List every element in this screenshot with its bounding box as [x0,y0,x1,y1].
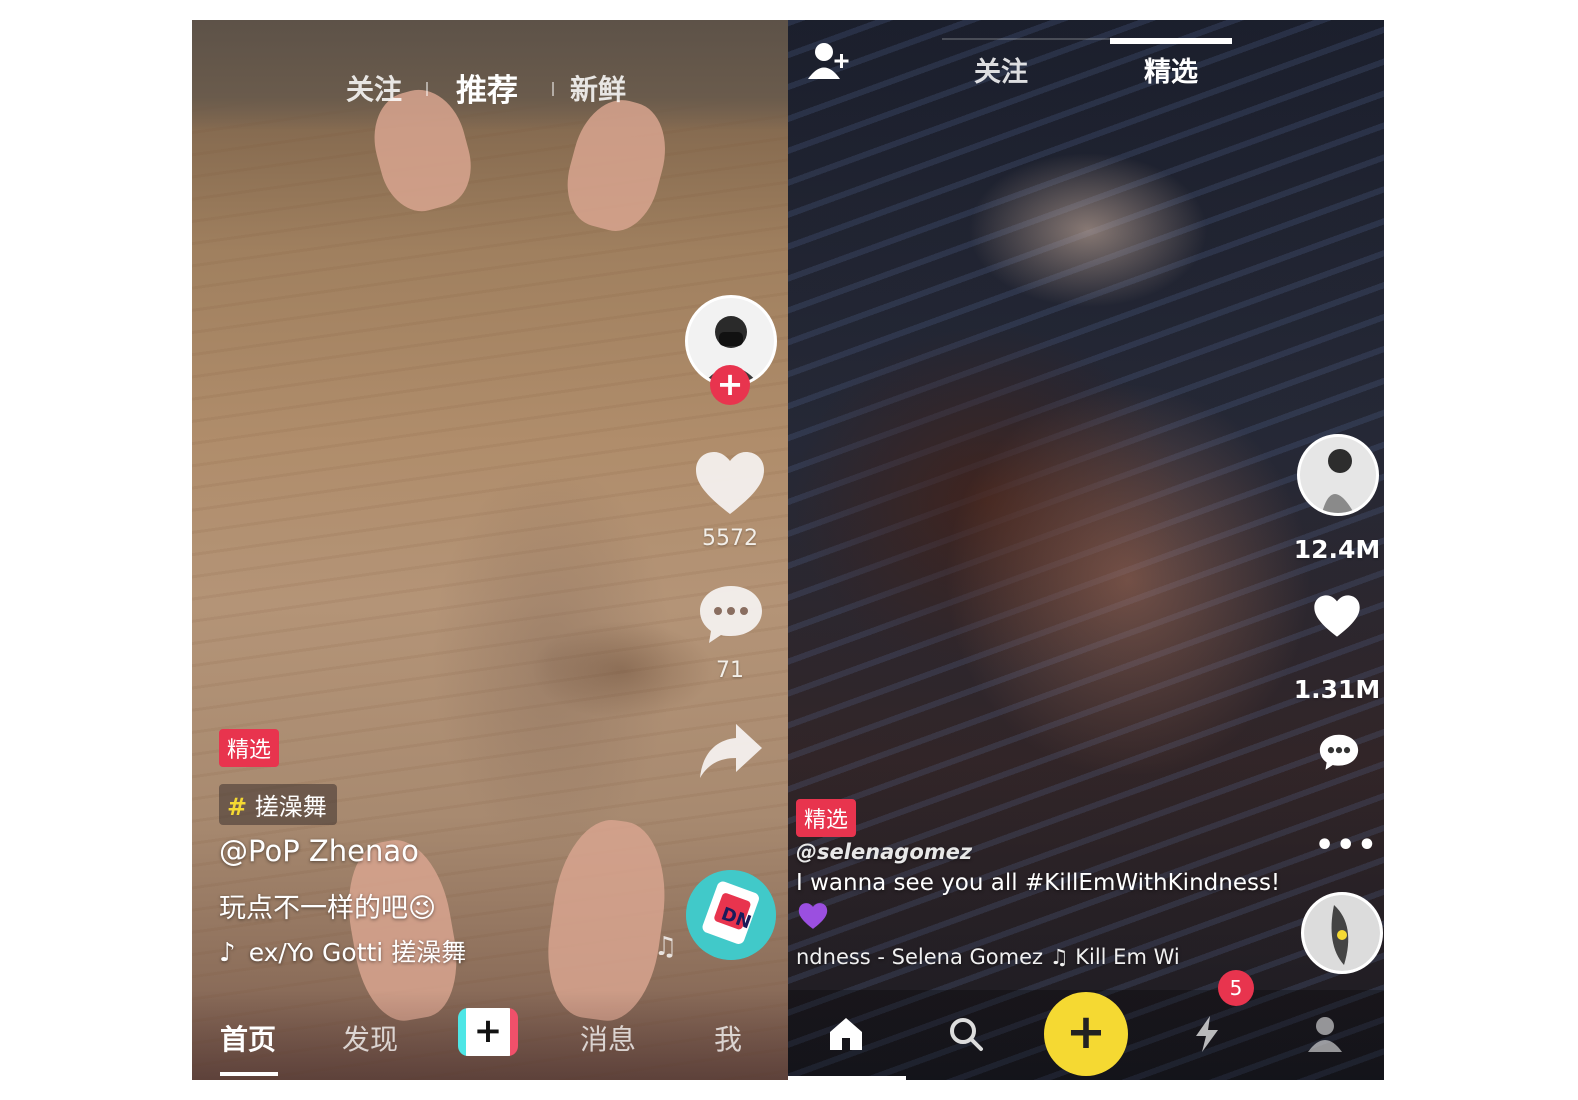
tab-active-indicator [1110,38,1232,44]
tab-recommend[interactable]: 推荐 [456,65,518,110]
tab-following[interactable]: 关注 [974,50,1028,89]
nav-home[interactable]: 首页 [220,1018,276,1058]
lightning-icon[interactable] [1192,1016,1222,1056]
bottom-nav: 首页 发现 + 消息 我 [192,990,788,1080]
add-friend-icon[interactable] [808,42,852,84]
like-count: 5572 [702,526,758,551]
music-title[interactable]: ndness - Selena Gomez ♫ Kill Em Wi [796,945,1180,969]
music-row[interactable]: ♪ ex/Yo Gotti 搓澡舞 [219,933,466,969]
comment-count: 1.31M [1293,675,1381,704]
caption: I wanna see you all #KillEmWithKindness! [796,870,1281,896]
add-button[interactable]: + [1044,992,1128,1076]
notification-badge: 5 [1218,970,1254,1006]
bottom-nav: + 5 [788,970,1384,1080]
nav-active-indicator [220,1072,278,1076]
follow-button[interactable]: + [710,365,750,405]
music-disc[interactable] [1301,892,1383,974]
hashtag-chip[interactable]: # 搓澡舞 [219,784,337,825]
nav-active-indicator [788,1076,906,1080]
profile-icon[interactable] [1308,1016,1342,1056]
like-count: 12.4M [1293,535,1381,564]
featured-tag: 精选 [796,799,857,837]
tab-following[interactable]: 关注 [346,68,402,108]
douyin-screen: 关注 推荐 新鲜 + 5572 71 DN ♫ 精选 # 搓澡舞 @PoP Zh… [192,20,788,1080]
purple-heart-icon [798,902,828,934]
share-icon[interactable] [698,720,764,784]
tiktok-screen: 关注 精选 12.4M 1.31M ••• 精选 @selenagomez I … [788,20,1384,1080]
username[interactable]: @PoP Zhenao [219,834,419,868]
comment-icon[interactable] [697,582,765,650]
music-title: ex/Yo Gotti 搓澡舞 [248,938,467,967]
tiktok-note-icon: ♪ [219,938,236,968]
more-icon[interactable]: ••• [1315,828,1379,863]
comment-icon[interactable] [1318,732,1360,776]
tab-fresh[interactable]: 新鲜 [570,68,626,108]
heart-icon[interactable] [694,450,766,520]
hashtag-icon: # [227,793,248,821]
music-disc[interactable]: DN [686,870,776,960]
search-icon[interactable] [948,1016,984,1056]
creator-avatar[interactable] [1297,434,1379,516]
username[interactable]: @selenagomez [796,840,972,864]
home-icon[interactable] [828,1016,864,1056]
featured-tag: 精选 [219,729,280,767]
comment-count: 71 [716,658,744,683]
caption: 玩点不一样的吧😉 [219,893,437,924]
hashtag-label: 搓澡舞 [254,793,327,821]
nav-messages[interactable]: 消息 [580,1018,636,1058]
music-note-icon: ♫ [654,932,678,962]
nav-discover[interactable]: 发现 [342,1018,398,1058]
add-button[interactable]: + [458,1008,518,1056]
nav-me[interactable]: 我 [714,1018,742,1058]
heart-icon[interactable] [1313,594,1361,642]
tab-featured[interactable]: 精选 [1144,50,1198,89]
